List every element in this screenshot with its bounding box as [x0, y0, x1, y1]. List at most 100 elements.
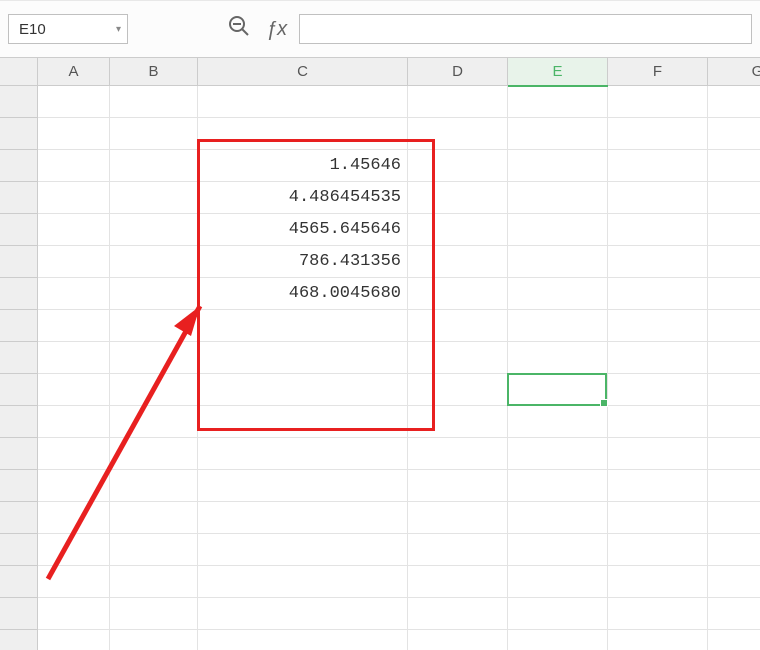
row-header[interactable] — [0, 118, 37, 150]
name-box-input[interactable]: E10 ▾ — [8, 14, 128, 44]
cell[interactable] — [110, 406, 198, 438]
cell[interactable] — [508, 470, 608, 502]
cell[interactable] — [38, 278, 110, 310]
cell[interactable] — [708, 406, 760, 438]
cell[interactable] — [408, 182, 508, 214]
cell[interactable] — [110, 118, 198, 150]
cell[interactable] — [408, 150, 508, 182]
cell[interactable] — [110, 246, 198, 278]
cell[interactable] — [508, 278, 608, 310]
cell[interactable] — [38, 310, 110, 342]
cell[interactable] — [198, 534, 408, 566]
cell[interactable] — [708, 86, 760, 118]
cell[interactable] — [408, 598, 508, 630]
cell[interactable] — [608, 566, 708, 598]
cell[interactable] — [408, 406, 508, 438]
cell[interactable] — [198, 342, 408, 374]
col-header-C[interactable]: C — [198, 58, 408, 85]
cell[interactable] — [708, 534, 760, 566]
cell[interactable] — [198, 310, 408, 342]
cell[interactable] — [608, 86, 708, 118]
cell[interactable] — [708, 182, 760, 214]
cell[interactable] — [508, 438, 608, 470]
col-header-A[interactable]: A — [38, 58, 110, 85]
cell[interactable] — [708, 502, 760, 534]
cell[interactable] — [198, 406, 408, 438]
cell[interactable] — [708, 342, 760, 374]
cell[interactable] — [38, 374, 110, 406]
cell[interactable] — [608, 406, 708, 438]
cell[interactable] — [198, 470, 408, 502]
cell[interactable] — [38, 406, 110, 438]
cell[interactable] — [608, 342, 708, 374]
cells-area[interactable]: 1.456464.4864545354565.645646786.4313564… — [38, 86, 760, 650]
cell[interactable] — [708, 566, 760, 598]
cell[interactable] — [38, 502, 110, 534]
cell[interactable]: 1.45646 — [198, 150, 408, 182]
row-header[interactable] — [0, 214, 37, 246]
cell[interactable] — [508, 406, 608, 438]
cell[interactable] — [608, 278, 708, 310]
cell[interactable] — [708, 214, 760, 246]
col-header-D[interactable]: D — [408, 58, 508, 85]
cell[interactable] — [198, 598, 408, 630]
cell[interactable] — [38, 598, 110, 630]
cell[interactable] — [408, 246, 508, 278]
cell[interactable] — [110, 374, 198, 406]
name-box-dropdown-icon[interactable]: ▾ — [116, 24, 121, 35]
cell[interactable] — [608, 502, 708, 534]
cell[interactable] — [508, 118, 608, 150]
col-header-G[interactable]: G — [708, 58, 760, 85]
cell[interactable] — [608, 214, 708, 246]
cell[interactable] — [508, 86, 608, 118]
row-header[interactable] — [0, 566, 37, 598]
cell[interactable] — [608, 118, 708, 150]
cell[interactable] — [38, 214, 110, 246]
cell[interactable] — [408, 470, 508, 502]
col-header-B[interactable]: B — [110, 58, 198, 85]
row-header[interactable] — [0, 342, 37, 374]
cell[interactable] — [408, 502, 508, 534]
cell[interactable] — [408, 86, 508, 118]
cell[interactable] — [608, 438, 708, 470]
cell[interactable] — [508, 630, 608, 650]
cell[interactable] — [110, 438, 198, 470]
cell[interactable] — [38, 246, 110, 278]
cell[interactable] — [708, 246, 760, 278]
cell[interactable] — [508, 214, 608, 246]
cell[interactable] — [508, 182, 608, 214]
cell[interactable] — [408, 214, 508, 246]
cell[interactable] — [708, 438, 760, 470]
cell[interactable] — [508, 534, 608, 566]
cell[interactable] — [110, 182, 198, 214]
cell[interactable] — [708, 470, 760, 502]
cell[interactable] — [408, 566, 508, 598]
cell[interactable] — [408, 342, 508, 374]
cell[interactable] — [708, 278, 760, 310]
cell[interactable] — [198, 630, 408, 650]
cell[interactable] — [38, 150, 110, 182]
cell[interactable] — [110, 470, 198, 502]
row-header[interactable] — [0, 470, 37, 502]
cell[interactable] — [608, 598, 708, 630]
cell[interactable] — [608, 374, 708, 406]
cell[interactable] — [708, 598, 760, 630]
cell[interactable] — [608, 630, 708, 650]
col-header-E[interactable]: E — [508, 58, 608, 85]
cell[interactable] — [708, 374, 760, 406]
cell[interactable]: 4.486454535 — [198, 182, 408, 214]
cell[interactable] — [198, 502, 408, 534]
cell[interactable] — [38, 566, 110, 598]
cell[interactable] — [508, 374, 608, 406]
cell[interactable] — [708, 118, 760, 150]
cell[interactable] — [38, 182, 110, 214]
cell[interactable] — [608, 534, 708, 566]
cell[interactable] — [110, 150, 198, 182]
cell[interactable] — [198, 438, 408, 470]
select-all-corner[interactable] — [0, 58, 38, 85]
cell[interactable] — [110, 278, 198, 310]
cell[interactable] — [408, 438, 508, 470]
row-header[interactable] — [0, 310, 37, 342]
cell[interactable] — [408, 630, 508, 650]
row-header[interactable] — [0, 438, 37, 470]
